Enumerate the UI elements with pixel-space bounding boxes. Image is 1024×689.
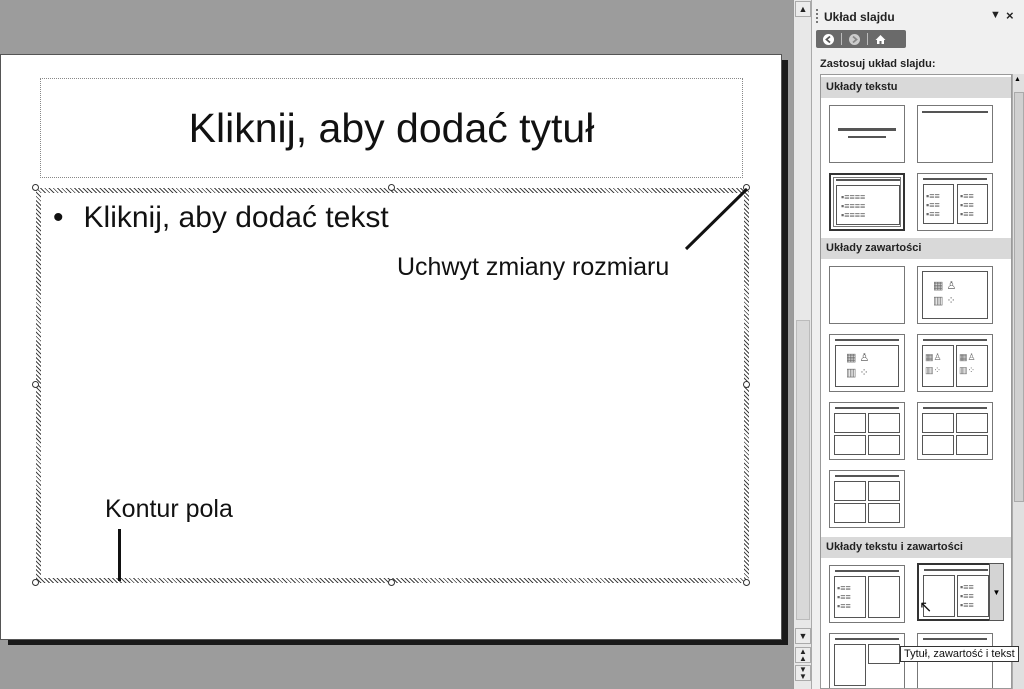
slide-editing-area: Kliknij, aby dodać tytuł • Kliknij, aby …	[0, 0, 793, 689]
text-lines-icon: ▪≡≡ ▪≡≡ ▪≡≡	[837, 583, 851, 611]
task-pane-title: Układ slajdu	[824, 10, 895, 24]
slide: Kliknij, aby dodać tytuł • Kliknij, aby …	[0, 54, 782, 640]
nav-separator	[867, 33, 868, 45]
layout-dropdown-arrow-icon[interactable]: ▼	[989, 563, 1004, 621]
layout-title-and-content[interactable]: ▦ ♙ ▥ ⁘	[829, 334, 905, 392]
text-lines-icon: ▪≡≡ ▪≡≡ ▪≡≡	[926, 191, 940, 219]
layout-title-text-and-content[interactable]: ▪≡≡ ▪≡≡ ▪≡≡	[829, 565, 905, 623]
scroll-thumb[interactable]	[796, 320, 810, 620]
layout-line	[835, 638, 899, 640]
layout-title-and-four-content[interactable]	[829, 470, 905, 528]
resize-handle-bottom-right[interactable]	[743, 579, 750, 586]
layout-box	[956, 435, 988, 455]
task-pane-navigation	[816, 30, 906, 48]
title-placeholder-text: Kliknij, aby dodać tytuł	[188, 104, 595, 151]
layout-title-and-text[interactable]: ▪≡≡≡≡ ▪≡≡≡≡ ▪≡≡≡≡	[829, 173, 905, 231]
resize-handle-annotation: Uchwyt zmiany rozmiaru	[397, 253, 670, 281]
layout-blank[interactable]	[829, 266, 905, 324]
task-pane-menu-icon[interactable]: ▼	[990, 9, 1001, 21]
content-icons: ▦ ♙ ▥ ⁘	[933, 280, 957, 307]
layout-line	[923, 339, 987, 341]
layout-line	[848, 136, 886, 138]
layout-gallery-scrollbar[interactable]: ▲	[1012, 74, 1024, 689]
content-placeholder-text: • Kliknij, aby dodać tekst	[53, 201, 389, 235]
layout-box	[868, 413, 900, 433]
layout-box	[868, 481, 900, 501]
layout-line	[923, 638, 987, 640]
content-icons: ▦ ♙ ▥ ⁘	[846, 352, 870, 379]
slide-layout-task-pane: Układ slajdu ▼ × Zastosuj układ slajdu: …	[811, 0, 1024, 689]
layout-line	[924, 569, 988, 571]
layout-line	[923, 407, 987, 409]
layout-box	[922, 413, 954, 433]
category-text-layouts: Układy tekstu	[821, 77, 1011, 98]
home-icon[interactable]	[872, 32, 889, 47]
layout-line	[836, 179, 900, 181]
layout-box	[834, 644, 866, 686]
title-placeholder[interactable]: Kliknij, aby dodać tytuł	[40, 78, 743, 178]
close-icon[interactable]: ×	[1006, 8, 1014, 23]
text-lines-icon: ▪≡≡ ▪≡≡ ▪≡≡	[960, 582, 974, 610]
category-content-layouts: Układy zawartości	[821, 238, 1011, 259]
nav-separator	[841, 33, 842, 45]
layout-box	[868, 644, 900, 664]
resize-handle-bottom[interactable]	[388, 579, 395, 586]
layout-line	[835, 407, 899, 409]
layout-tooltip: Tytuł, zawartość i tekst	[900, 646, 1019, 662]
resize-handle-right[interactable]	[743, 381, 750, 388]
content-icons: ▦♙ ▥⁘	[925, 352, 942, 375]
layout-line	[835, 475, 899, 477]
back-arrow-icon[interactable]	[820, 32, 837, 47]
layout-line	[835, 339, 899, 341]
slide-vertical-scrollbar[interactable]: ▲ ▼ ▲ ▲ ▼ ▼	[793, 0, 811, 689]
layout-box	[956, 413, 988, 433]
layout-title-and-two-content[interactable]: ▦♙ ▥⁘ ▦♙ ▥⁘	[917, 334, 993, 392]
resize-handle-pointer-line	[684, 187, 749, 251]
layout-box	[834, 413, 866, 433]
resize-handle-top-left[interactable]	[32, 184, 39, 191]
layout-box	[868, 503, 900, 523]
mouse-cursor-icon: ↖	[919, 599, 933, 616]
next-slide-icon[interactable]: ▼ ▼	[795, 665, 811, 681]
layout-line	[923, 178, 987, 180]
category-text-and-content-layouts: Układy tekstu i zawartości	[821, 537, 1011, 558]
layout-title-text-and-two-content[interactable]	[829, 633, 905, 688]
layout-gallery: Układy tekstu ▪≡≡≡≡ ▪≡≡≡≡ ▪≡≡≡≡ ▪≡≡ ▪≡≡ ▪≡≡ …	[820, 74, 1012, 689]
layout-line	[838, 128, 896, 131]
apply-layout-label: Zastosuj układ slajdu:	[820, 58, 936, 70]
text-lines-icon: ▪≡≡ ▪≡≡ ▪≡≡	[960, 191, 974, 219]
content-placeholder-label: Kliknij, aby dodać tekst	[83, 201, 389, 234]
layout-box	[868, 576, 900, 618]
bullet: •	[53, 201, 64, 234]
resize-handle-bottom-left[interactable]	[32, 579, 39, 586]
drag-grip-icon[interactable]	[816, 9, 819, 23]
layout-box	[834, 435, 866, 455]
layout-title-content-and-two-content[interactable]	[829, 402, 905, 460]
task-pane-header: Układ slajdu ▼ ×	[812, 5, 1024, 27]
content-icons: ▦♙ ▥⁘	[959, 352, 976, 375]
layout-line	[922, 111, 988, 113]
powerpoint-window: Kliknij, aby dodać tytuł • Kliknij, aby …	[0, 0, 1024, 689]
layout-box	[834, 481, 866, 501]
layout-line	[835, 570, 899, 572]
scroll-up-icon[interactable]: ▲	[1014, 76, 1021, 83]
box-outline-pointer-line	[118, 529, 121, 581]
layout-title-and-two-columns[interactable]: ▪≡≡ ▪≡≡ ▪≡≡ ▪≡≡ ▪≡≡ ▪≡≡	[917, 173, 993, 231]
layout-box	[922, 435, 954, 455]
scroll-down-icon[interactable]: ▼	[795, 628, 811, 644]
box-outline-annotation: Kontur pola	[105, 495, 233, 523]
layout-title-slide[interactable]	[829, 105, 905, 163]
layout-box	[834, 503, 866, 523]
scroll-up-icon[interactable]: ▲	[795, 1, 811, 17]
resize-handle-left[interactable]	[32, 381, 39, 388]
previous-slide-icon[interactable]: ▲ ▲	[795, 647, 811, 663]
layout-title-only[interactable]	[917, 105, 993, 163]
layout-gallery-scroll-thumb[interactable]	[1014, 92, 1024, 502]
resize-handle-top[interactable]	[388, 184, 395, 191]
layout-box	[868, 435, 900, 455]
text-lines-icon: ▪≡≡≡≡ ▪≡≡≡≡ ▪≡≡≡≡	[841, 192, 866, 220]
layout-content[interactable]: ▦ ♙ ▥ ⁘	[917, 266, 993, 324]
forward-arrow-icon[interactable]	[846, 32, 863, 47]
layout-title-two-content-and-content[interactable]	[917, 402, 993, 460]
